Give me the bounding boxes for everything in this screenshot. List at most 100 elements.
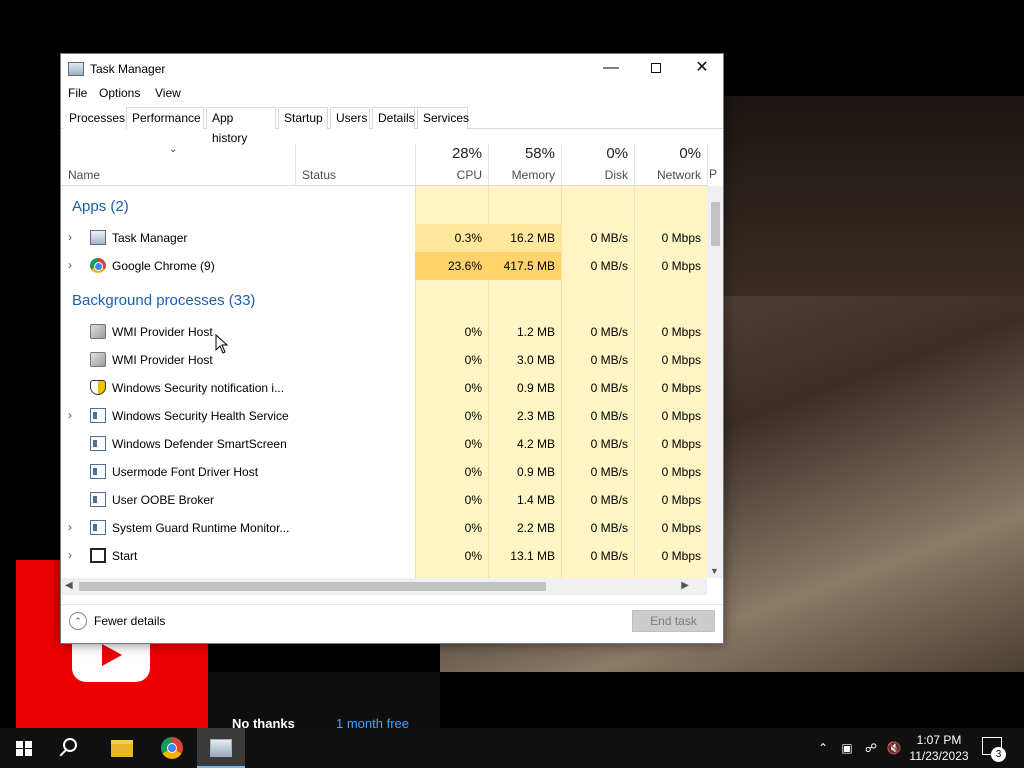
search-icon — [63, 738, 77, 752]
cell-disk: 0 MB/s — [590, 437, 628, 451]
tab-startup[interactable]: Startup — [278, 107, 328, 129]
disk-total: 0% — [606, 145, 628, 162]
cell-memory: 1.4 MB — [516, 493, 555, 507]
service-icon — [90, 464, 106, 479]
column-network[interactable]: 0% Network — [634, 144, 707, 186]
chevron-down-icon: ⌄ — [169, 144, 178, 155]
cpu-total: 28% — [451, 145, 482, 162]
process-row[interactable]: WMI Provider Host 0% 1.2 MB 0 MB/s 0 Mbp… — [61, 318, 707, 346]
tab-app-history[interactable]: App history — [206, 107, 276, 145]
cell-memory: 2.2 MB — [516, 521, 555, 535]
menu-view[interactable]: View — [155, 86, 181, 100]
minimize-button[interactable]: — — [588, 54, 634, 84]
process-row[interactable]: › Google Chrome (9) 23.6% 417.5 MB 0 MB/… — [61, 252, 707, 280]
process-row[interactable]: User OOBE Broker 0% 1.4 MB 0 MB/s 0 Mbps — [61, 486, 707, 514]
end-task-button[interactable]: End task — [632, 610, 715, 632]
group-apps[interactable]: Apps (2) — [61, 192, 707, 222]
menu-options[interactable]: Options — [99, 86, 140, 100]
service-icon — [90, 436, 106, 451]
chevron-right-icon[interactable]: › — [68, 408, 72, 422]
column-disk[interactable]: 0% Disk — [561, 144, 634, 186]
clock-time: 1:07 PM — [916, 733, 962, 747]
process-row[interactable]: Windows Defender SmartScreen 0% 4.2 MB 0… — [61, 430, 707, 458]
horizontal-scroll-thumb[interactable] — [79, 582, 546, 591]
process-row[interactable]: › Task Manager 0.3% 16.2 MB 0 MB/s 0 Mbp… — [61, 224, 707, 252]
cell-disk: 0 MB/s — [590, 231, 628, 245]
horizontal-scrollbar[interactable]: ◀ ▶ — [61, 578, 707, 595]
task-manager-taskbar-button[interactable] — [197, 728, 245, 768]
process-row[interactable]: › System Guard Runtime Monitor... 0% 2.2… — [61, 514, 707, 542]
tab-users[interactable]: Users — [330, 107, 370, 129]
network-icon[interactable]: ☍ — [862, 728, 880, 768]
process-row[interactable]: Windows Security notification i... 0% 0.… — [61, 374, 707, 402]
chrome-icon — [90, 258, 106, 273]
cell-network: 0 Mbps — [661, 549, 701, 563]
cell-memory: 4.2 MB — [516, 437, 555, 451]
fewer-details-link[interactable]: Fewer details — [94, 614, 165, 628]
window-title: Task Manager — [90, 62, 166, 76]
cell-cpu: 0% — [464, 409, 482, 423]
chevron-right-icon[interactable]: › — [68, 520, 72, 534]
cell-network: 0 Mbps — [661, 437, 701, 451]
cell-cpu: 0% — [464, 521, 482, 535]
cell-disk: 0 MB/s — [590, 549, 628, 563]
process-row[interactable]: › Start 0% 13.1 MB 0 MB/s 0 Mbps — [61, 542, 707, 570]
column-power-truncated[interactable]: P — [709, 167, 717, 181]
scroll-left-icon[interactable]: ◀ — [65, 580, 73, 591]
tab-processes[interactable]: Processes — [63, 107, 132, 129]
mouse-cursor-icon — [215, 334, 229, 354]
vertical-scrollbar[interactable]: ▼ — [707, 186, 723, 578]
title-bar[interactable]: Task Manager — ✕ — [61, 54, 723, 84]
memory-total: 58% — [524, 145, 555, 162]
chevron-right-icon[interactable]: › — [68, 258, 72, 272]
column-memory[interactable]: 58% Memory — [488, 144, 561, 186]
chevron-right-icon[interactable]: › — [68, 230, 72, 244]
column-cpu[interactable]: 28% CPU — [415, 144, 488, 186]
process-list[interactable]: Apps (2) › Task Manager 0.3% 16.2 MB 0 M… — [61, 186, 707, 578]
tab-details[interactable]: Details — [372, 107, 415, 129]
process-row[interactable]: Usermode Font Driver Host 0% 0.9 MB 0 MB… — [61, 458, 707, 486]
system-clock[interactable]: 1:07 PM 11/23/2023 — [906, 732, 972, 764]
cell-cpu: 0% — [464, 493, 482, 507]
chrome-button[interactable] — [148, 728, 196, 768]
tab-performance[interactable]: Performance — [126, 107, 204, 129]
column-separator — [707, 144, 708, 186]
cell-cpu: 0% — [464, 465, 482, 479]
cell-network: 0 Mbps — [661, 493, 701, 507]
vertical-scroll-thumb[interactable] — [711, 202, 720, 246]
search-button[interactable] — [48, 728, 96, 768]
start-button[interactable] — [0, 728, 48, 768]
file-explorer-button[interactable] — [98, 728, 146, 768]
task-manager-window: Task Manager — ✕ File Options View Proce… — [60, 53, 724, 644]
column-status[interactable]: Status — [295, 144, 415, 186]
cell-memory: 13.1 MB — [510, 549, 555, 563]
chevron-up-icon[interactable]: ⌃ — [814, 728, 832, 768]
scroll-right-icon[interactable]: ▶ — [681, 580, 689, 591]
chevron-right-icon[interactable]: › — [68, 548, 72, 562]
process-row[interactable]: WMI Provider Host 0% 3.0 MB 0 MB/s 0 Mbp… — [61, 346, 707, 374]
scroll-down-icon[interactable]: ▼ — [710, 566, 719, 576]
process-row[interactable]: › Windows Security Health Service 0% 2.3… — [61, 402, 707, 430]
chrome-icon — [161, 737, 183, 759]
cell-network: 0 Mbps — [661, 381, 701, 395]
tab-services[interactable]: Services — [417, 107, 469, 129]
cell-disk: 0 MB/s — [590, 325, 628, 339]
chevron-up-icon[interactable]: ⌃ — [69, 612, 87, 630]
volume-muted-icon[interactable]: 🔇 — [884, 728, 904, 768]
menu-file[interactable]: File — [68, 86, 87, 100]
cell-memory: 3.0 MB — [516, 353, 555, 367]
group-background-processes[interactable]: Background processes (33) — [61, 286, 707, 316]
windows-start-icon — [16, 741, 32, 756]
display-icon[interactable]: ▣ — [838, 728, 856, 768]
clock-date: 11/23/2023 — [909, 749, 969, 763]
close-button[interactable]: ✕ — [679, 54, 723, 84]
cell-memory: 417.5 MB — [488, 252, 561, 280]
folder-icon — [111, 740, 133, 757]
cell-cpu: 0% — [464, 325, 482, 339]
cell-cpu: 0% — [464, 549, 482, 563]
cell-cpu: 0% — [464, 353, 482, 367]
cell-network: 0 Mbps — [661, 465, 701, 479]
cell-disk: 0 MB/s — [590, 493, 628, 507]
maximize-button[interactable] — [633, 54, 679, 84]
column-name[interactable]: ⌄ Name — [61, 144, 295, 186]
